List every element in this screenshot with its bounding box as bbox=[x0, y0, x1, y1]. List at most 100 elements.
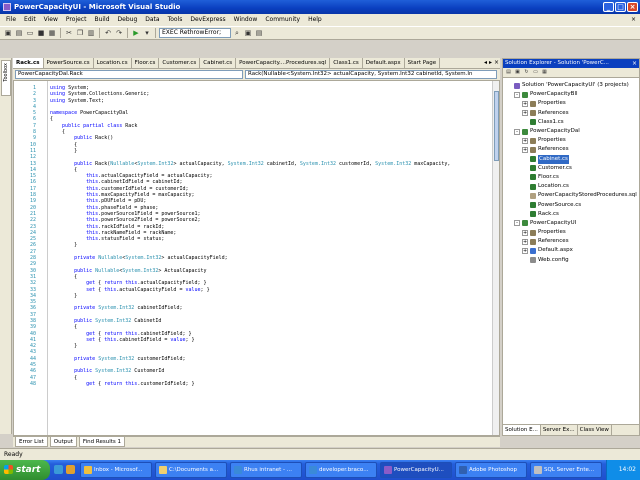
expand-icon[interactable]: + bbox=[522, 146, 528, 153]
tree-node[interactable]: - PowerCapacityDal bbox=[503, 127, 639, 136]
open-file-icon[interactable]: ▭ bbox=[25, 28, 35, 38]
taskbar-button[interactable]: developer.braco... bbox=[305, 462, 377, 478]
refresh-icon[interactable]: ↻ bbox=[523, 69, 530, 76]
expand-icon[interactable]: + bbox=[522, 100, 528, 107]
expand-icon[interactable]: + bbox=[522, 137, 528, 144]
tree-node[interactable]: PowerSource.cs bbox=[503, 200, 639, 209]
menu-debug[interactable]: Debug bbox=[114, 14, 142, 26]
taskbar-button[interactable]: PowerCapacityU... bbox=[380, 462, 452, 478]
tree-node[interactable]: + References bbox=[503, 145, 639, 154]
tree-node[interactable]: + References bbox=[503, 109, 639, 118]
cut-icon[interactable]: ✂ bbox=[64, 28, 74, 38]
vertical-scrollbar[interactable] bbox=[492, 81, 499, 435]
start-button[interactable]: start bbox=[0, 460, 50, 480]
doc-tab[interactable]: Default.aspx bbox=[363, 58, 405, 68]
mdi-close-icon[interactable]: × bbox=[627, 14, 640, 26]
output-tab[interactable]: Error List bbox=[15, 437, 48, 447]
view-designer-icon[interactable]: ▦ bbox=[541, 69, 548, 76]
view-code-icon[interactable]: ▭ bbox=[532, 69, 539, 76]
minimize-button[interactable]: _ bbox=[603, 2, 614, 12]
expand-icon[interactable]: + bbox=[522, 247, 528, 254]
menu-view[interactable]: View bbox=[40, 14, 62, 26]
copy-icon[interactable]: ❐ bbox=[75, 28, 85, 38]
menu-window[interactable]: Window bbox=[230, 14, 262, 26]
tree-node[interactable]: Class1.cs bbox=[503, 118, 639, 127]
tree-node[interactable]: Rack.cs bbox=[503, 210, 639, 219]
menu-data[interactable]: Data bbox=[141, 14, 163, 26]
doc-tab[interactable]: Cabinet.cs bbox=[200, 58, 237, 68]
doc-tab[interactable]: Location.cs bbox=[94, 58, 132, 68]
add-item-icon[interactable]: ▤ bbox=[14, 28, 24, 38]
close-button[interactable]: × bbox=[627, 2, 638, 12]
quicklaunch-ie-icon[interactable] bbox=[54, 465, 63, 474]
menu-help[interactable]: Help bbox=[304, 14, 326, 26]
taskbar-button[interactable]: Adobe Photoshop bbox=[455, 462, 527, 478]
start-debug-icon[interactable]: ▶ bbox=[131, 28, 141, 38]
redo-icon[interactable]: ↷ bbox=[114, 28, 124, 38]
maximize-button[interactable]: □ bbox=[615, 2, 626, 12]
toolbox-tab[interactable]: Toolbox bbox=[1, 60, 11, 96]
menu-tools[interactable]: Tools bbox=[164, 14, 187, 26]
expand-icon[interactable]: + bbox=[522, 110, 528, 117]
expand-icon[interactable]: + bbox=[522, 229, 528, 236]
tree-node[interactable]: Location.cs bbox=[503, 182, 639, 191]
solution-pane-tab[interactable]: Solution E... bbox=[503, 425, 541, 435]
menu-community[interactable]: Community bbox=[261, 14, 304, 26]
tree-node[interactable]: + Properties bbox=[503, 136, 639, 145]
solution-pane-tab[interactable]: Class View bbox=[578, 425, 612, 435]
menu-file[interactable]: File bbox=[2, 14, 20, 26]
taskbar-button[interactable]: Inbox - Microsof... bbox=[80, 462, 152, 478]
find-combo[interactable]: EXEC RethrowError; bbox=[159, 28, 231, 38]
solution-pane-tab[interactable]: Server Ex... bbox=[541, 425, 578, 435]
paste-icon[interactable]: ▥ bbox=[86, 28, 96, 38]
save-icon[interactable]: ■ bbox=[36, 28, 46, 38]
config-dropdown-icon[interactable]: ▾ bbox=[142, 28, 152, 38]
undo-icon[interactable]: ↶ bbox=[103, 28, 113, 38]
close-document-icon[interactable]: × bbox=[493, 58, 500, 68]
code-area[interactable]: 1 using System; 2 using System.Collections.… bbox=[30, 85, 491, 387]
menu-build[interactable]: Build bbox=[90, 14, 113, 26]
doc-tab[interactable]: Start Page bbox=[405, 58, 441, 68]
expand-icon[interactable]: + bbox=[522, 238, 528, 245]
quicklaunch-folder-icon[interactable] bbox=[66, 465, 75, 474]
code-editor[interactable]: 1 using System; 2 using System.Collections.… bbox=[13, 80, 500, 436]
collapse-icon[interactable]: - bbox=[514, 91, 520, 98]
doc-tab[interactable]: PowerCapacity....Procedures.sql bbox=[236, 58, 331, 68]
member-dropdown[interactable]: Rack(Nullable<System.Int32> actualCapaci… bbox=[245, 70, 497, 79]
doc-tab[interactable]: Rack.cs bbox=[13, 58, 44, 68]
tree-node[interactable]: + References bbox=[503, 237, 639, 246]
taskbar-button[interactable]: SQL Server Ente... bbox=[530, 462, 602, 478]
output-tab[interactable]: Output bbox=[49, 437, 77, 447]
show-all-files-icon[interactable]: ▣ bbox=[514, 69, 521, 76]
tree-node[interactable]: - PowerCapacityUI bbox=[503, 219, 639, 228]
save-all-icon[interactable]: ▦ bbox=[47, 28, 57, 38]
taskbar-button[interactable]: Rhus intranet - ... bbox=[230, 462, 302, 478]
collapse-icon[interactable]: - bbox=[514, 128, 520, 135]
menu-devexpress[interactable]: DevExpress bbox=[186, 14, 229, 26]
properties-window-icon[interactable]: ▤ bbox=[254, 28, 264, 38]
tree-node[interactable]: Floor.cs bbox=[503, 173, 639, 182]
collapse-icon[interactable]: - bbox=[514, 220, 520, 227]
type-dropdown[interactable]: PowerCapacityDal.Rack bbox=[15, 70, 243, 79]
tree-node[interactable]: + Properties bbox=[503, 99, 639, 108]
close-pane-icon[interactable]: × bbox=[632, 59, 637, 68]
tree-node[interactable]: + Properties bbox=[503, 228, 639, 237]
tree-node[interactable]: + Default.aspx bbox=[503, 246, 639, 255]
solution-explorer-icon[interactable]: ▣ bbox=[243, 28, 253, 38]
scroll-thumb[interactable] bbox=[494, 91, 499, 161]
doc-tab[interactable]: Floor.cs bbox=[132, 58, 160, 68]
doc-tab[interactable]: Class1.cs bbox=[330, 58, 363, 68]
tree-node[interactable]: Solution 'PowerCapacityUI' (3 projects) bbox=[503, 81, 639, 90]
properties-icon[interactable]: ▤ bbox=[505, 69, 512, 76]
doc-tab[interactable]: Customer.cs bbox=[159, 58, 201, 68]
find-icon[interactable]: ⌕ bbox=[232, 28, 242, 38]
tree-node[interactable]: PowerCapacityStoredProcedures.sql bbox=[503, 191, 639, 200]
menu-edit[interactable]: Edit bbox=[20, 14, 40, 26]
new-project-icon[interactable]: ▣ bbox=[3, 28, 13, 38]
taskbar-button[interactable]: C:\Documents a... bbox=[155, 462, 227, 478]
tree-node[interactable]: Web.config bbox=[503, 256, 639, 265]
tree-node[interactable]: - PowerCapacityBll bbox=[503, 90, 639, 99]
tree-node[interactable]: Cabinet.cs bbox=[503, 154, 639, 164]
doc-tab[interactable]: PowerSource.cs bbox=[44, 58, 94, 68]
output-tab[interactable]: Find Results 1 bbox=[78, 437, 126, 447]
